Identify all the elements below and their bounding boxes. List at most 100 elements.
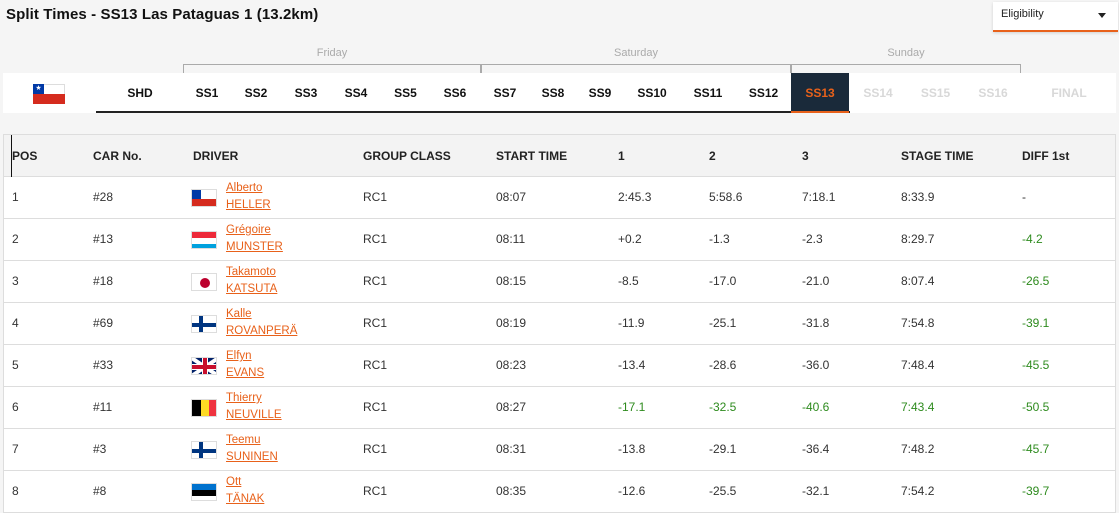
driver-last-name-link[interactable]: SUNINEN xyxy=(226,449,278,466)
tab-ss3[interactable]: SS3 xyxy=(281,73,331,113)
flag-finland-icon xyxy=(191,441,217,459)
tab-ss9[interactable]: SS9 xyxy=(576,73,624,113)
split-1-cell: -12.6 xyxy=(618,484,646,498)
header-car-no[interactable]: CAR No. xyxy=(93,135,142,177)
driver-last-name-link[interactable]: MUNSTER xyxy=(226,239,283,256)
day-label-saturday: Saturday xyxy=(613,47,659,59)
header-group-class[interactable]: GROUP CLASS xyxy=(363,135,451,177)
tab-ss5[interactable]: SS5 xyxy=(381,73,430,113)
car-number-cell: #13 xyxy=(93,232,114,246)
driver-first-name-link[interactable]: Thierry xyxy=(226,390,282,407)
driver-last-name-link[interactable]: KATSUTA xyxy=(226,281,277,298)
split-1-cell: -8.5 xyxy=(618,274,639,288)
split-2-cell: 5:58.6 xyxy=(709,190,743,204)
split-times-table: POS CAR No. DRIVER GROUP CLASS START TIM… xyxy=(3,134,1116,513)
day-label-friday: Friday xyxy=(316,47,348,59)
split-2-cell: -25.1 xyxy=(709,316,737,330)
stage-time-cell: 7:43.4 xyxy=(901,400,935,414)
day-bracket-friday xyxy=(183,64,481,73)
driver-last-name-link[interactable]: EVANS xyxy=(226,365,264,382)
stage-time-cell: 7:54.8 xyxy=(901,316,935,330)
car-number-cell: #11 xyxy=(93,400,113,414)
group-class-cell: RC1 xyxy=(363,400,388,414)
diff-1st-cell: -50.5 xyxy=(1022,400,1050,414)
header-split-2[interactable]: 2 xyxy=(709,135,716,177)
flag-belgium-icon xyxy=(191,399,217,417)
driver-last-name-link[interactable]: NEUVILLE xyxy=(226,407,282,424)
header-split-3[interactable]: 3 xyxy=(802,135,809,177)
split-2-cell: -17.0 xyxy=(709,274,737,288)
pos-cell: 8 xyxy=(12,484,19,498)
tab-ss12[interactable]: SS12 xyxy=(736,73,791,113)
tab-ss8[interactable]: SS8 xyxy=(530,73,576,113)
table-row: 1 #28 RC1 08:07 2:45.3 5:58.6 7:18.1 8:33.9 - Alb… xyxy=(4,177,1115,219)
header-driver[interactable]: DRIVER xyxy=(193,135,238,177)
diff-1st-cell: -39.1 xyxy=(1022,316,1050,330)
header-pos[interactable]: POS xyxy=(11,135,37,177)
pos-cell: 2 xyxy=(12,232,19,246)
split-1-cell: -13.4 xyxy=(618,358,646,372)
driver-last-name-link[interactable]: TÄNAK xyxy=(226,491,264,508)
stage-time-cell: 7:48.2 xyxy=(901,442,935,456)
start-time-cell: 08:23 xyxy=(496,358,527,372)
table-row: 3 #18 RC1 08:15 -8.5 -17.0 -21.0 8:07.4 -26.5 Tak… xyxy=(4,261,1115,303)
stage-time-cell: 8:29.7 xyxy=(901,232,935,246)
header-split-1[interactable]: 1 xyxy=(618,135,625,177)
driver-first-name-link[interactable]: Ott xyxy=(226,474,264,491)
tab-final: FINAL xyxy=(1051,86,1087,100)
flag-japan-icon xyxy=(191,273,217,291)
header-stage-time[interactable]: STAGE TIME xyxy=(901,135,973,177)
driver-first-name-link[interactable]: Alberto xyxy=(226,180,271,197)
driver-first-name-link[interactable]: Takamoto xyxy=(226,264,277,281)
driver-first-name-link[interactable]: Teemu xyxy=(226,432,278,449)
diff-1st-cell: -26.5 xyxy=(1022,274,1050,288)
split-2-cell: -25.5 xyxy=(709,484,737,498)
page-title: Split Times - SS13 Las Pataguas 1 (13.2k… xyxy=(6,6,319,23)
table-row: 8 #8 RC1 08:35 -12.6 -25.5 -32.1 7:54.2 -39.7 Ott… xyxy=(4,471,1115,513)
pos-cell: 3 xyxy=(12,274,19,288)
stage-time-cell: 7:48.4 xyxy=(901,358,935,372)
tab-ss4[interactable]: SS4 xyxy=(331,73,381,113)
driver-last-name-link[interactable]: HELLER xyxy=(226,197,271,214)
car-number-cell: #18 xyxy=(93,274,114,288)
day-bracket-saturday xyxy=(481,64,791,73)
tab-ss1[interactable]: SS1 xyxy=(183,73,231,113)
header-start-time[interactable]: START TIME xyxy=(496,135,567,177)
tab-ss7[interactable]: SS7 xyxy=(480,73,530,113)
split-1-cell: -11.9 xyxy=(618,316,645,330)
group-class-cell: RC1 xyxy=(363,274,388,288)
table-row: 5 #33 RC1 08:23 -13.4 -28.6 -36.0 7:48.4 -45.5 El… xyxy=(4,345,1115,387)
car-number-cell: #28 xyxy=(93,190,114,204)
start-time-cell: 08:35 xyxy=(496,484,527,498)
tab-ss13[interactable]: SS13 xyxy=(791,73,849,113)
car-number-cell: #69 xyxy=(93,316,114,330)
flag-estonia-icon xyxy=(191,483,217,501)
pos-cell: 5 xyxy=(12,358,19,372)
table-row: 4 #69 RC1 08:19 -11.9 -25.1 -31.8 7:54.8 -39.1 Ka… xyxy=(4,303,1115,345)
tab-shd[interactable]: SHD xyxy=(96,73,184,113)
start-time-cell: 08:19 xyxy=(496,316,527,330)
driver-first-name-link[interactable]: Kalle xyxy=(226,306,297,323)
tab-ss10[interactable]: SS10 xyxy=(624,73,680,113)
split-3-cell: 7:18.1 xyxy=(802,190,836,204)
driver-last-name-link[interactable]: ROVANPERÄ xyxy=(226,323,297,340)
group-class-cell: RC1 xyxy=(363,316,388,330)
group-class-cell: RC1 xyxy=(363,442,388,456)
split-3-cell: -21.0 xyxy=(802,274,830,288)
driver-first-name-link[interactable]: Grégoire xyxy=(226,222,283,239)
stage-time-cell: 8:07.4 xyxy=(901,274,935,288)
header-diff-1st[interactable]: DIFF 1st xyxy=(1022,135,1069,177)
pos-cell: 4 xyxy=(12,316,19,330)
split-3-cell: -36.0 xyxy=(802,358,830,372)
driver-first-name-link[interactable]: Elfyn xyxy=(226,348,264,365)
tab-ss11[interactable]: SS11 xyxy=(680,73,736,113)
tab-ss6[interactable]: SS6 xyxy=(430,73,480,113)
split-1-cell: -13.8 xyxy=(618,442,646,456)
group-class-cell: RC1 xyxy=(363,190,388,204)
pos-cell: 6 xyxy=(12,400,19,414)
eligibility-dropdown[interactable]: Eligibility xyxy=(993,2,1118,32)
split-2-cell: -28.6 xyxy=(709,358,737,372)
tab-ss2[interactable]: SS2 xyxy=(231,73,281,113)
group-class-cell: RC1 xyxy=(363,358,388,372)
diff-1st-cell: -45.5 xyxy=(1022,358,1050,372)
